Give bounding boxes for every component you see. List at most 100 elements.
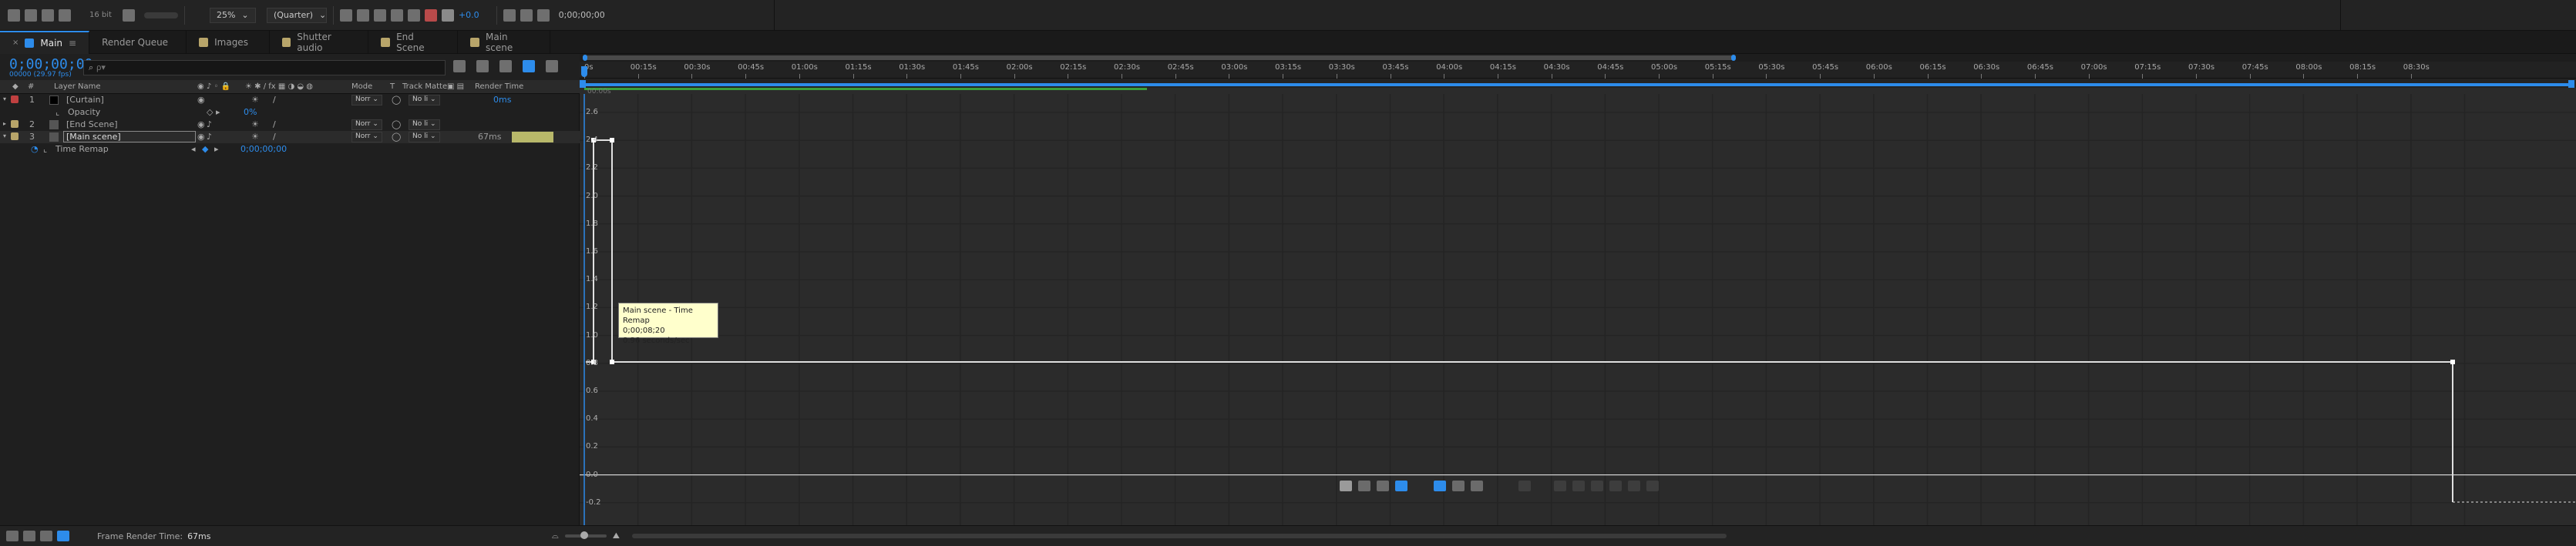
trash-icon[interactable]	[122, 8, 135, 22]
graph-editor-icon[interactable]	[523, 60, 535, 72]
zoom-in-icon[interactable]: ⛰	[613, 531, 620, 541]
quality-switch[interactable]: /	[273, 119, 276, 129]
resolution-dropdown[interactable]: (Quarter) ⌄	[266, 7, 327, 23]
fit-all-icon[interactable]	[1452, 481, 1465, 491]
render-time-header[interactable]: Render Time	[475, 82, 523, 91]
opacity-value[interactable]: 0%	[244, 107, 257, 117]
keyframe-next-icon[interactable]: ▸	[216, 107, 220, 117]
menu-icon[interactable]: ≡	[69, 38, 76, 49]
zoom-dropdown[interactable]: 25% ⌄	[209, 7, 256, 23]
frame-blend-icon[interactable]	[476, 60, 489, 72]
track-matte-header[interactable]: Track Matte	[402, 82, 447, 91]
folder-icon[interactable]	[8, 8, 20, 22]
layer-search[interactable]: ⌕	[83, 60, 446, 75]
keyframe-point[interactable]	[2450, 360, 2455, 364]
preserve-transparency[interactable]: ◯	[392, 95, 401, 105]
track-matte-dropdown[interactable]: No li ⌄	[409, 119, 440, 130]
color-icon[interactable]	[424, 8, 437, 22]
comp-timecode[interactable]: 0;00;00;00	[9, 56, 92, 72]
expand-chevron-icon[interactable]: ▾	[3, 95, 6, 102]
navigator-start-handle[interactable]	[583, 55, 587, 61]
expand-chevron-icon[interactable]: ▸	[3, 120, 6, 127]
transparency-grid-icon[interactable]	[356, 8, 369, 22]
graph-type-icon[interactable]	[1358, 481, 1370, 491]
mode-dropdown[interactable]: Norr ⌄	[351, 132, 382, 142]
quality-switch[interactable]: /	[273, 132, 276, 142]
time-ruler[interactable]: 0s 00:15s 00:30s 00:45s 01:00s 01:15s 01:30s 01…	[580, 62, 2576, 79]
easy-ease-icon[interactable]	[1609, 481, 1622, 491]
collapse-switch[interactable]: ☀	[251, 119, 259, 129]
navigator-end-handle[interactable]	[1731, 55, 1736, 61]
time-remap-value[interactable]: 0;00;00;00	[240, 144, 287, 154]
layer-name-header[interactable]: Layer Name	[54, 82, 101, 91]
auto-bezier-icon[interactable]	[1591, 481, 1603, 491]
work-area-range[interactable]	[584, 83, 2568, 86]
graph-editor[interactable]: 0s 00:15s 00:30s 00:45s 01:00s 01:15s 01:30s 01…	[580, 54, 2576, 525]
keyframe-point[interactable]	[610, 138, 614, 142]
time-navigator[interactable]	[580, 54, 2576, 62]
mode-dropdown[interactable]: Norr ⌄	[351, 95, 382, 106]
zoom-out-icon[interactable]: ⌓	[552, 531, 559, 541]
render-toggle-icon[interactable]	[57, 531, 69, 541]
layer-name[interactable]: [End Scene]	[66, 119, 118, 129]
property-row-opacity[interactable]: ⌞ Opacity ◇ ▸ 0%	[0, 106, 580, 119]
navigator-range[interactable]	[583, 55, 1736, 60]
keyframe-add-icon[interactable]: ◆	[202, 144, 208, 154]
shy-icon[interactable]	[453, 60, 466, 72]
close-icon[interactable]: ×	[12, 39, 18, 47]
property-row-time-remap[interactable]: ◔ ⌞ Time Remap ◂ ◆ ▸ 0;00;00;00	[0, 143, 580, 156]
mode-dropdown[interactable]: Norr ⌄	[351, 119, 382, 130]
layer-name[interactable]: [Main scene]	[63, 131, 196, 142]
stopwatch-icon[interactable]: ◔	[31, 144, 39, 154]
layer-row-selected[interactable]: ▾ 3 [Main scene] ◉ ♪ ☀ / Norr ⌄ ◯ No li …	[0, 131, 580, 143]
track-matte-dropdown[interactable]: No li ⌄	[409, 132, 440, 142]
quality-switch[interactable]: /	[273, 95, 276, 105]
comp-toggle-icon[interactable]	[6, 531, 18, 541]
exposure-icon[interactable]	[441, 8, 454, 22]
motion-blur-icon[interactable]	[499, 60, 512, 72]
tab-main-scene[interactable]: Main scene	[458, 30, 551, 54]
collapse-switch[interactable]: ☀	[251, 132, 259, 142]
visibility-icon[interactable]: ◉	[197, 95, 205, 105]
playhead-marker[interactable]	[581, 66, 587, 77]
snapshot-icon[interactable]	[520, 8, 533, 22]
audio-icon[interactable]: ♪	[207, 132, 212, 142]
work-area-end[interactable]	[2568, 80, 2574, 88]
keyframe-prev-icon[interactable]: ◂	[191, 144, 196, 154]
work-area-bar[interactable]	[580, 79, 2576, 88]
graph-options-icon[interactable]	[1471, 481, 1483, 491]
color-management-icon[interactable]	[536, 8, 550, 22]
keyframe-nav-icon[interactable]: ◇	[207, 107, 213, 117]
time-remap-speed-curve[interactable]	[586, 139, 2453, 502]
snap-icon[interactable]	[1395, 481, 1407, 491]
fit-selection-icon[interactable]	[1434, 481, 1446, 491]
channel-icon[interactable]	[407, 8, 420, 22]
keyframe-point[interactable]	[610, 360, 614, 364]
tab-images[interactable]: Images	[187, 30, 271, 54]
exposure-value[interactable]: +0.0	[459, 10, 479, 20]
transfer-toggle-icon[interactable]	[40, 531, 52, 541]
toolbar-slider[interactable]	[143, 12, 178, 18]
collapse-switch[interactable]: ☀	[251, 95, 259, 105]
tab-end-scene[interactable]: End Scene	[368, 30, 459, 54]
current-time[interactable]: 0;00;00;00	[559, 10, 605, 20]
tab-shutter-audio[interactable]: Shutter audio	[270, 30, 369, 54]
zoom-slider[interactable]	[564, 531, 607, 539]
region-icon[interactable]	[339, 8, 352, 22]
tab-render-queue[interactable]: Render Queue	[89, 30, 187, 54]
camera-icon[interactable]	[503, 8, 516, 22]
preserve-transparency[interactable]: ◯	[392, 119, 401, 129]
track-matte-dropdown[interactable]: No li ⌄	[409, 95, 440, 106]
search-input[interactable]	[96, 63, 445, 72]
layer-name[interactable]: [Curtain]	[66, 95, 104, 105]
open-icon[interactable]	[25, 8, 37, 22]
hold-icon[interactable]	[1554, 481, 1566, 491]
visibility-icon[interactable]: ◉	[197, 132, 205, 142]
expand-chevron-icon[interactable]: ▾	[3, 132, 6, 139]
linear-icon[interactable]	[1572, 481, 1585, 491]
bottom-scrollbar[interactable]	[632, 534, 1727, 538]
pen-icon[interactable]	[59, 8, 71, 22]
bit-depth-label[interactable]: 16 bit	[89, 11, 112, 19]
work-area-start[interactable]	[580, 80, 586, 88]
label-column-icon[interactable]: ◆	[12, 82, 18, 91]
